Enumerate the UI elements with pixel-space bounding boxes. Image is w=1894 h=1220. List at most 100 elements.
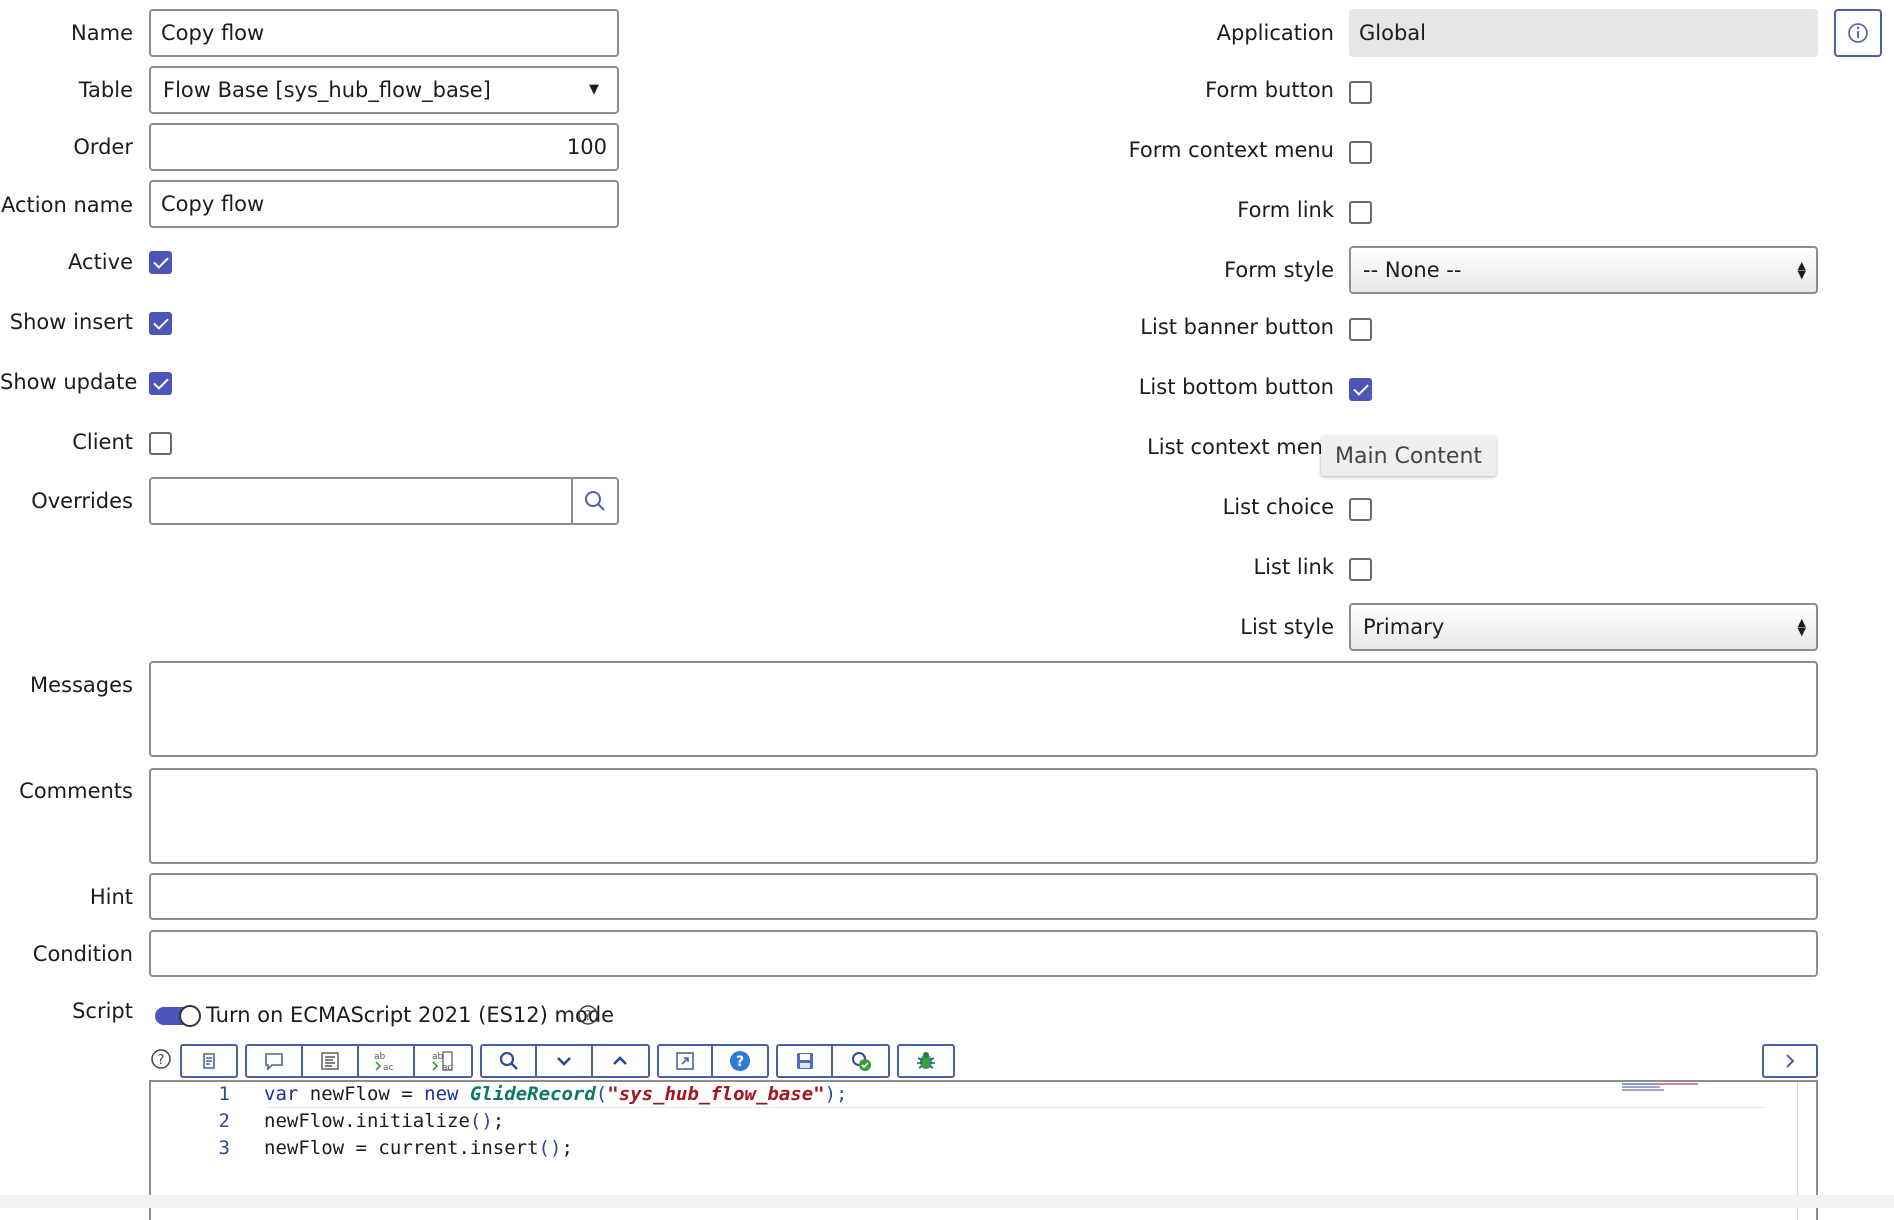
replace-button[interactable]: ab ac xyxy=(359,1046,416,1076)
comment-icon xyxy=(265,1053,283,1071)
form-button-label: Form button xyxy=(1205,78,1334,102)
toolbar-group-save xyxy=(776,1044,890,1078)
toolbar-group-debug xyxy=(897,1044,955,1078)
code-minimap xyxy=(1622,1082,1698,1096)
footer-strip xyxy=(0,1195,1894,1208)
save-icon xyxy=(796,1053,813,1069)
list-style-label: List style xyxy=(1240,615,1334,639)
code-token: ); xyxy=(824,1083,848,1105)
code-line: var newFlow = new GlideRecord("sys_hub_f… xyxy=(264,1083,847,1105)
client-checkbox[interactable] xyxy=(149,432,172,455)
form-button-checkbox[interactable] xyxy=(1349,81,1372,104)
svg-text:ac: ac xyxy=(383,1063,394,1072)
es12-toggle[interactable] xyxy=(155,1005,201,1027)
list-style-value: Primary xyxy=(1363,615,1445,639)
script-label: Script xyxy=(72,999,133,1023)
code-token: var xyxy=(264,1083,299,1105)
list-bottom-button-checkbox[interactable] xyxy=(1349,378,1372,401)
form-context-menu-checkbox[interactable] xyxy=(1349,141,1372,164)
svg-text:?: ? xyxy=(158,1053,165,1068)
help-icon[interactable]: ? xyxy=(577,1004,599,1026)
es12-toggle-label: Turn on ECMAScript 2021 (ES12) mode xyxy=(206,1003,615,1027)
help-icon[interactable]: ? xyxy=(150,1048,172,1070)
chevron-right-icon xyxy=(1786,1054,1795,1068)
hint-input[interactable] xyxy=(149,873,1818,920)
format-code-icon xyxy=(203,1053,215,1069)
script-help-button[interactable]: ? xyxy=(713,1046,767,1076)
list-choice-label: List choice xyxy=(1222,495,1334,519)
tooltip-text: Main Content xyxy=(1335,443,1483,469)
align-text-icon xyxy=(321,1052,339,1070)
find-previous-button[interactable] xyxy=(593,1046,648,1076)
updown-arrows-icon: ▲ ▼ xyxy=(1797,616,1806,638)
svg-text:ac: ac xyxy=(442,1063,453,1072)
form-link-checkbox[interactable] xyxy=(1349,201,1372,224)
client-label: Client xyxy=(72,430,133,454)
updown-arrows-icon: ▲ ▼ xyxy=(1797,259,1806,281)
form-style-value: -- None -- xyxy=(1363,258,1462,282)
format-code-button[interactable] xyxy=(182,1046,236,1076)
list-link-checkbox[interactable] xyxy=(1349,558,1372,581)
line-number: 3 xyxy=(218,1137,230,1159)
code-token: ; xyxy=(492,1110,505,1132)
toolbar-group-search xyxy=(480,1044,650,1078)
svg-text:?: ? xyxy=(585,1009,592,1024)
condition-input[interactable] xyxy=(149,930,1818,977)
list-banner-button-label: List banner button xyxy=(1140,315,1334,339)
expand-icon xyxy=(676,1052,694,1070)
list-link-label: List link xyxy=(1253,555,1334,579)
find-next-button[interactable] xyxy=(537,1046,593,1076)
code-line: newFlow.initialize(); xyxy=(264,1110,504,1132)
form-style-select[interactable]: -- None -- ▲ ▼ xyxy=(1349,246,1818,294)
line-number: 2 xyxy=(218,1110,230,1132)
svg-text:?: ? xyxy=(736,1054,744,1070)
bug-icon xyxy=(917,1052,935,1069)
code-token: newFlow = xyxy=(298,1083,425,1105)
comments-label: Comments xyxy=(19,779,133,803)
replace-all-icon: abac xyxy=(432,1051,453,1072)
code-token: () xyxy=(469,1110,493,1132)
code-token: ( xyxy=(595,1083,608,1105)
form-link-label: Form link xyxy=(1237,198,1334,222)
debug-button[interactable] xyxy=(899,1046,953,1076)
code-token: newFlow.initialize xyxy=(264,1110,470,1132)
list-style-select[interactable]: Primary ▲ ▼ xyxy=(1349,603,1818,651)
messages-label: Messages xyxy=(30,673,133,697)
code-token: "sys_hub_flow_base" xyxy=(607,1083,825,1105)
messages-textarea[interactable] xyxy=(149,661,1818,757)
expand-panel-button[interactable] xyxy=(1762,1044,1818,1078)
save-button[interactable] xyxy=(778,1046,834,1076)
align-button[interactable] xyxy=(303,1046,360,1076)
help-icon: ? xyxy=(730,1051,751,1071)
fullscreen-button[interactable] xyxy=(659,1046,714,1076)
search-icon xyxy=(499,1051,518,1070)
toolbar-group-format xyxy=(180,1044,238,1078)
condition-label: Condition xyxy=(32,942,133,966)
chevron-down-icon xyxy=(557,1057,571,1066)
list-bottom-button-label: List bottom button xyxy=(1138,375,1334,399)
chevron-up-icon xyxy=(613,1056,628,1065)
list-choice-checkbox[interactable] xyxy=(1349,498,1372,521)
code-line: newFlow = current.insert(); xyxy=(264,1137,573,1159)
toolbar-group-view: ? xyxy=(657,1044,769,1078)
list-context-menu-label: List context men xyxy=(1147,435,1323,459)
tooltip: Main Content xyxy=(1321,436,1497,476)
line-number: 1 xyxy=(218,1083,230,1105)
syntax-check-icon xyxy=(851,1052,871,1071)
comment-button[interactable] xyxy=(247,1046,304,1076)
comments-textarea[interactable] xyxy=(149,768,1818,864)
list-banner-button-checkbox[interactable] xyxy=(1349,318,1372,341)
find-button[interactable] xyxy=(482,1046,538,1076)
replace-all-button[interactable]: ab ac xyxy=(415,1046,471,1076)
info-icon xyxy=(1848,23,1868,43)
info-button[interactable] xyxy=(1834,9,1882,57)
code-token: new xyxy=(424,1083,459,1105)
toolbar-group-edit: ab ac ab ac xyxy=(245,1044,473,1078)
code-token: () xyxy=(538,1137,562,1159)
syntax-check-button[interactable] xyxy=(833,1046,888,1076)
replace-icon: abac xyxy=(374,1052,394,1072)
form-style-label: Form style xyxy=(1224,258,1334,282)
code-token: ; xyxy=(561,1137,573,1159)
application-field: Global xyxy=(1349,9,1818,57)
